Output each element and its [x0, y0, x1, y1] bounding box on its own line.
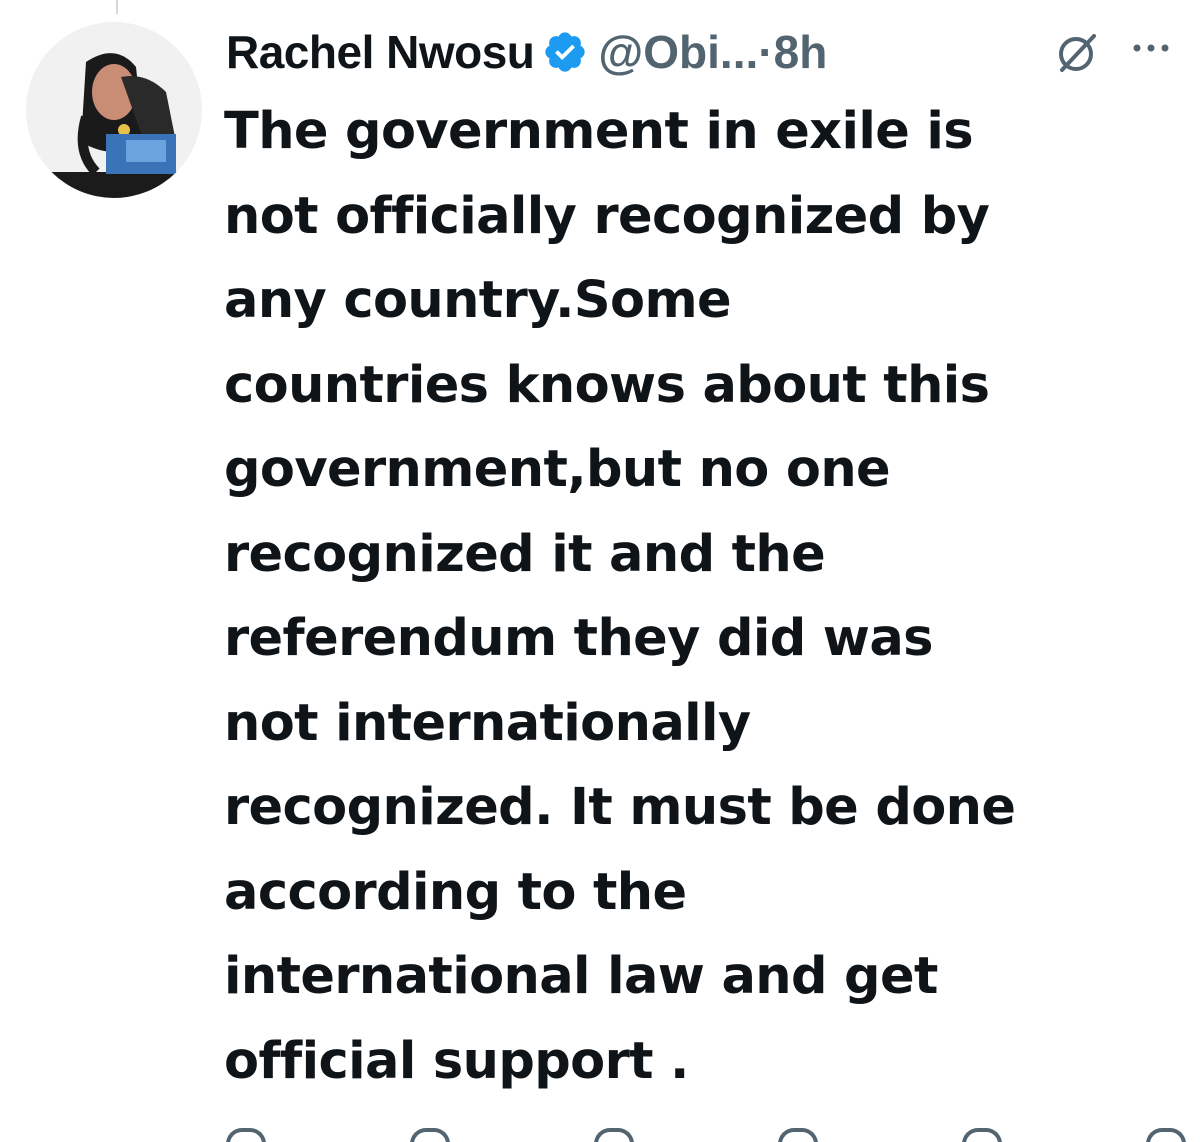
views-icon[interactable]: [778, 1128, 818, 1142]
bookmark-icon[interactable]: [962, 1128, 1002, 1142]
like-icon[interactable]: [594, 1128, 634, 1142]
tweet-screenshot: Rachel Nwosu @Obi... · 8h The government…: [0, 0, 1200, 1142]
reply-icon[interactable]: [226, 1128, 266, 1142]
tweet-text: The government in exile is not officiall…: [224, 90, 1164, 1104]
tweet-text-line: international law and get: [224, 947, 938, 1006]
tweet-text-line: referendum they did was: [224, 609, 934, 668]
tweet-text-line: not internationally: [224, 693, 751, 753]
tweet-text-line: according to the: [224, 862, 687, 922]
thread-connector-line: [116, 0, 118, 14]
tweet-text-line: recognized. It must be done: [224, 778, 1016, 837]
timestamp[interactable]: 8h: [774, 25, 828, 79]
author-handle[interactable]: @Obi...: [598, 25, 758, 79]
retweet-icon[interactable]: [410, 1128, 450, 1142]
avatar-photo: [26, 22, 202, 198]
more-options-icon[interactable]: [1128, 38, 1174, 58]
header-separator: ·: [758, 26, 774, 78]
avatar[interactable]: [26, 22, 202, 198]
share-icon[interactable]: [1146, 1128, 1186, 1142]
tweet-text-line: The government in exile is: [224, 102, 974, 161]
action-bar: [226, 1128, 1186, 1142]
tweet-text-line: countries knows about this: [224, 355, 990, 415]
tweet-text-line: official support .: [224, 1031, 689, 1091]
tweet-text-line: recognized it and the: [224, 524, 826, 584]
tweet-text-line: government,but no one: [224, 440, 891, 499]
tweet-text-line: not officially recognized by: [224, 186, 990, 246]
verified-badge-icon: [542, 29, 588, 75]
tweet-header: Rachel Nwosu @Obi... · 8h: [226, 24, 827, 80]
grok-icon[interactable]: [1054, 30, 1100, 76]
author-name[interactable]: Rachel Nwosu: [226, 25, 535, 79]
tweet-text-line: any country.Some: [224, 271, 732, 330]
